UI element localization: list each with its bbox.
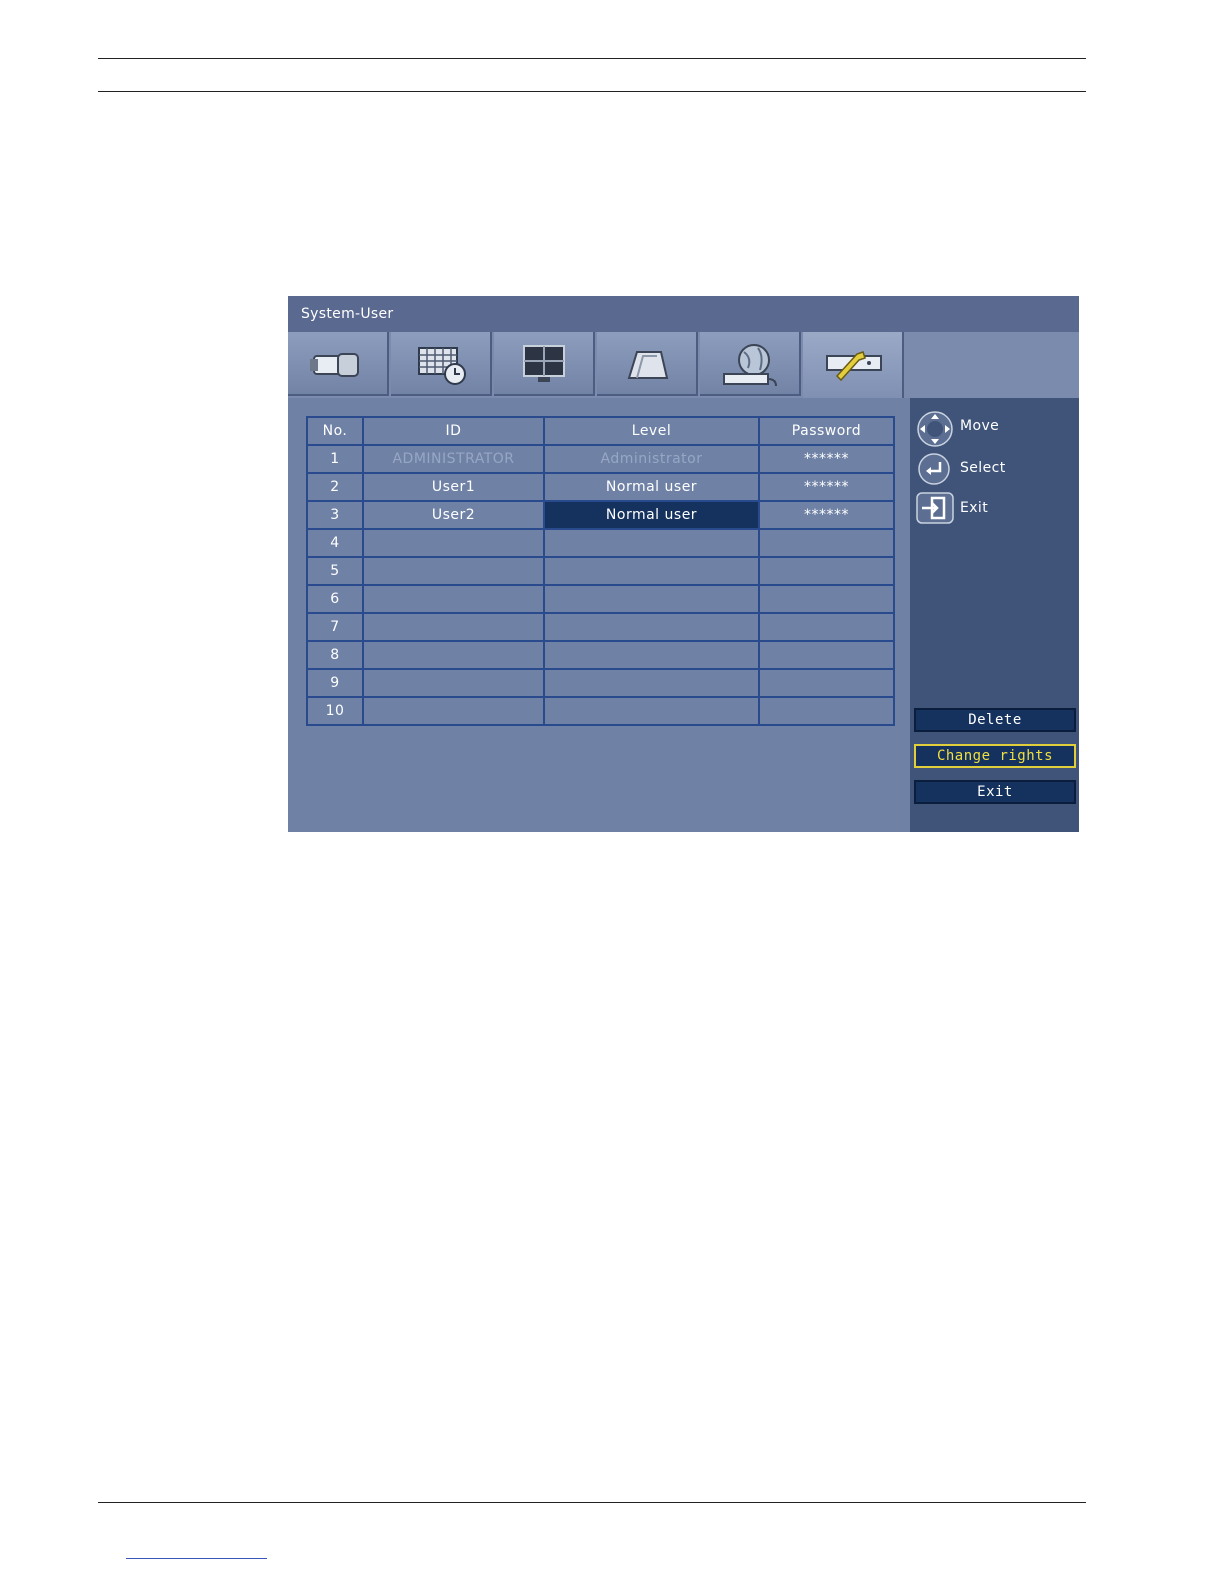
cell-level[interactable] xyxy=(543,584,760,614)
user-table-panel: No. ID Level Password 1 ADMINISTRATOR Ad… xyxy=(288,398,910,832)
system-tools-icon xyxy=(826,351,882,382)
cell-no: 5 xyxy=(306,556,364,586)
footer-rule xyxy=(98,1502,1086,1503)
cell-id[interactable] xyxy=(362,696,545,726)
cell-password[interactable] xyxy=(758,668,895,698)
cell-no: 8 xyxy=(306,640,364,670)
cell-no: 4 xyxy=(306,528,364,558)
cell-no: 9 xyxy=(306,668,364,698)
side-panel: Move Select Exit Delete Change rights Ex… xyxy=(910,398,1079,832)
table-row[interactable]: 7 xyxy=(306,612,895,642)
cell-no: 1 xyxy=(306,444,364,474)
cell-password[interactable]: ****** xyxy=(758,472,895,502)
cell-level[interactable] xyxy=(543,612,760,642)
cell-id[interactable]: User2 xyxy=(362,500,545,530)
menu-tabs xyxy=(288,332,1079,398)
cell-id[interactable] xyxy=(362,556,545,586)
table-row[interactable]: 8 xyxy=(306,640,895,670)
table-row[interactable]: 4 xyxy=(306,528,895,558)
cell-password: ****** xyxy=(758,444,895,474)
cell-level[interactable] xyxy=(543,528,760,558)
legend-select-label: Select xyxy=(960,460,1006,476)
cell-no: 10 xyxy=(306,696,364,726)
camera-icon xyxy=(310,353,359,377)
cell-id[interactable] xyxy=(362,584,545,614)
legend-move-label: Move xyxy=(960,418,1000,434)
enter-icon xyxy=(918,453,950,485)
cell-level[interactable]: Normal user xyxy=(543,472,760,502)
cell-id[interactable] xyxy=(362,528,545,558)
cell-password[interactable] xyxy=(758,612,895,642)
cell-level[interactable] xyxy=(543,556,760,586)
table-row[interactable]: 3 User2 Normal user ****** xyxy=(306,500,895,530)
schedule-icon xyxy=(418,347,466,385)
user-table: No. ID Level Password 1 ADMINISTRATOR Ad… xyxy=(306,416,895,726)
cell-level[interactable] xyxy=(543,696,760,726)
tab-system-tools[interactable] xyxy=(803,332,904,398)
network-icon xyxy=(723,344,777,387)
table-row[interactable]: 1 ADMINISTRATOR Administrator ****** xyxy=(306,444,895,474)
change-rights-button[interactable]: Change rights xyxy=(914,744,1076,768)
cell-level[interactable] xyxy=(543,640,760,670)
legend-exit-label: Exit xyxy=(960,500,989,516)
table-row[interactable]: 10 xyxy=(306,696,895,726)
cell-no: 6 xyxy=(306,584,364,614)
cell-no: 3 xyxy=(306,500,364,530)
cell-password[interactable] xyxy=(758,556,895,586)
header-rule-bottom xyxy=(98,91,1086,92)
header-no: No. xyxy=(306,416,364,446)
cell-id[interactable]: User1 xyxy=(362,472,545,502)
header-level: Level xyxy=(543,416,760,446)
cell-id: ADMINISTRATOR xyxy=(362,444,545,474)
table-row[interactable]: 2 User1 Normal user ****** xyxy=(306,472,895,502)
cell-password[interactable]: ****** xyxy=(758,500,895,530)
table-row[interactable]: 9 xyxy=(306,668,895,698)
cell-level[interactable] xyxy=(543,668,760,698)
footer-link-underline xyxy=(126,1558,267,1559)
cell-no: 7 xyxy=(306,612,364,642)
delete-button[interactable]: Delete xyxy=(914,708,1076,732)
table-row[interactable]: 6 xyxy=(306,584,895,614)
header-id: ID xyxy=(362,416,545,446)
screen-title: System-User xyxy=(288,296,1079,332)
tab-camera[interactable] xyxy=(288,332,389,396)
tab-network[interactable] xyxy=(700,332,801,396)
cell-no: 2 xyxy=(306,472,364,502)
table-row[interactable]: 5 xyxy=(306,556,895,586)
tab-monitor[interactable] xyxy=(494,332,595,396)
exit-button[interactable]: Exit xyxy=(914,780,1076,804)
cell-password[interactable] xyxy=(758,696,895,726)
cell-password[interactable] xyxy=(758,584,895,614)
monitor-icon xyxy=(523,345,565,382)
dpad-icon xyxy=(917,411,953,447)
cell-password[interactable] xyxy=(758,640,895,670)
header-password: Password xyxy=(758,416,895,446)
tab-alarm[interactable] xyxy=(597,332,698,396)
cell-password[interactable] xyxy=(758,528,895,558)
exit-icon xyxy=(916,492,954,524)
system-user-screen: System-User No. ID Level Password 1 ADMI… xyxy=(288,296,1079,832)
cell-id[interactable] xyxy=(362,668,545,698)
cell-level: Administrator xyxy=(543,444,760,474)
cell-id[interactable] xyxy=(362,612,545,642)
cell-level-selected[interactable]: Normal user xyxy=(543,500,760,530)
alarm-icon xyxy=(627,351,669,379)
tab-schedule[interactable] xyxy=(391,332,492,396)
header-rule-top xyxy=(98,58,1086,59)
table-header-row: No. ID Level Password xyxy=(306,416,895,446)
cell-id[interactable] xyxy=(362,640,545,670)
